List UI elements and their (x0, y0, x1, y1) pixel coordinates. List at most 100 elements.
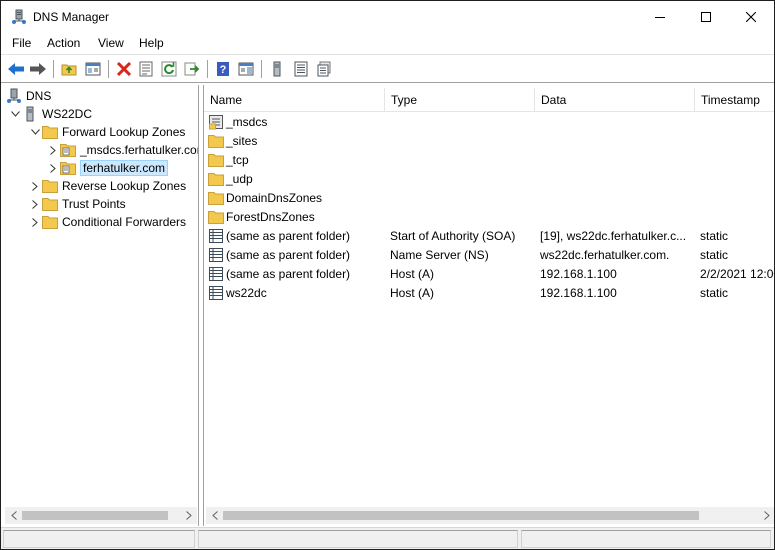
item-name: (same as parent folder) (226, 247, 351, 262)
chevron-right-icon[interactable] (28, 213, 42, 231)
list-horizontal-scrollbar[interactable] (206, 507, 774, 524)
list-item[interactable]: DomainDnsZones (204, 188, 774, 207)
list-item[interactable]: _udp (204, 169, 774, 188)
back-button[interactable] (6, 59, 26, 79)
item-type (390, 169, 535, 188)
up-one-level-button[interactable] (59, 59, 79, 79)
chevron-right-icon[interactable] (28, 195, 42, 213)
item-timestamp (700, 169, 774, 188)
item-timestamp (700, 112, 774, 131)
item-data (540, 169, 695, 188)
menu-bar: File Action View Help (1, 32, 774, 54)
list-item[interactable]: ForestDnsZones (204, 207, 774, 226)
list-item[interactable]: _msdcs (204, 112, 774, 131)
chevron-right-icon[interactable] (46, 141, 60, 159)
scrollbar-thumb[interactable] (22, 511, 168, 520)
item-name: _udp (226, 171, 253, 186)
maximize-button[interactable] (683, 1, 729, 32)
item-name: DomainDnsZones (226, 190, 323, 205)
server-button[interactable] (267, 59, 287, 79)
server-icon (273, 61, 281, 77)
tree-node-reverse-lookup-zones[interactable]: Reverse Lookup Zones (28, 177, 186, 195)
tree-node-forward-lookup-zones[interactable]: Forward Lookup Zones (28, 123, 185, 141)
title-bar[interactable]: DNS Manager (1, 1, 774, 32)
menu-help[interactable]: Help (139, 36, 164, 50)
column-header-name[interactable]: Name (204, 88, 385, 112)
tree-label: Reverse Lookup Zones (62, 179, 187, 193)
item-type (390, 207, 535, 226)
show-hide-console-tree-button[interactable] (83, 59, 103, 79)
tree-node-trust-points[interactable]: Trust Points (28, 195, 126, 213)
show-action-pane-button[interactable] (236, 59, 256, 79)
status-segment (521, 530, 771, 548)
folder-icon (208, 133, 224, 149)
list-item[interactable]: _sites (204, 131, 774, 150)
action-pane-icon (238, 62, 254, 76)
list-item[interactable]: (same as parent folder) Name Server (NS) w… (204, 245, 774, 264)
menu-action[interactable]: Action (47, 36, 80, 50)
dns-manager-window: DNS Manager File Action View Help ? DNS … (0, 0, 775, 550)
window-title: DNS Manager (33, 10, 110, 24)
status-bar (1, 527, 774, 549)
item-type: Host (A) (390, 266, 435, 281)
chevron-down-icon[interactable] (8, 105, 22, 123)
folder-icon (208, 152, 224, 168)
minimize-button[interactable] (637, 1, 683, 32)
dns-record-icon (208, 285, 224, 301)
item-timestamp (700, 150, 774, 169)
svg-text:?: ? (220, 64, 227, 76)
tree-horizontal-scrollbar[interactable] (5, 507, 197, 524)
tree-node-selected-zone[interactable]: ferhatulker.com (46, 159, 169, 177)
records-button[interactable] (291, 59, 311, 79)
scroll-left-icon[interactable] (206, 507, 223, 524)
folder-icon (208, 190, 224, 206)
item-name: ws22dc (226, 285, 267, 300)
chevron-right-icon[interactable] (46, 159, 60, 177)
tree-node-conditional-forwarders[interactable]: Conditional Forwarders (28, 213, 186, 231)
column-header-type[interactable]: Type (385, 88, 535, 112)
zone-folder-icon (60, 160, 76, 176)
refresh-button[interactable] (159, 59, 179, 79)
chevron-down-icon[interactable] (28, 123, 42, 141)
list-item[interactable]: ws22dc Host (A) 192.168.1.100 static (204, 283, 774, 302)
properties-button[interactable] (136, 59, 156, 79)
list-item[interactable]: _tcp (204, 150, 774, 169)
chevron-right-icon[interactable] (28, 177, 42, 195)
item-timestamp (700, 207, 774, 226)
properties-icon (139, 61, 153, 77)
menu-file[interactable]: File (12, 36, 31, 50)
scroll-left-icon[interactable] (5, 507, 22, 524)
item-timestamp: 2/2/2021 12:00 (700, 266, 774, 281)
delete-button[interactable] (114, 59, 134, 79)
tree-label: DNS (26, 89, 52, 103)
column-header-timestamp[interactable]: Timestamp (695, 88, 774, 112)
close-button[interactable] (728, 1, 774, 32)
copy-record-icon (317, 61, 331, 77)
list-item[interactable]: (same as parent folder) Host (A) 192.168.1… (204, 264, 774, 283)
item-data (540, 150, 695, 169)
dns-record-icon (208, 247, 224, 263)
folder-icon (42, 124, 58, 140)
console-tree[interactable]: DNS WS22DC Forward Lookup Zones _msdcs.f… (2, 85, 199, 526)
menu-view[interactable]: View (98, 36, 124, 50)
tree-node-dns[interactable]: DNS (6, 87, 51, 105)
scrollbar-thumb[interactable] (223, 511, 699, 520)
copy-records-button[interactable] (314, 59, 334, 79)
export-list-button[interactable] (182, 59, 202, 79)
tree-node-server[interactable]: WS22DC (8, 105, 92, 123)
results-list[interactable]: Name Type Data Timestamp _msdcs _sites _tc… (203, 85, 774, 526)
help-button[interactable]: ? (213, 59, 233, 79)
forward-button[interactable] (28, 59, 48, 79)
scroll-right-icon[interactable] (758, 507, 774, 524)
scroll-right-icon[interactable] (180, 507, 197, 524)
folder-icon (42, 214, 58, 230)
folder-icon (208, 171, 224, 187)
tree-node-msdcs-zone[interactable]: _msdcs.ferhatulker.com (46, 141, 198, 159)
item-data: [19], ws22dc.ferhatulker.c... (540, 228, 687, 243)
dns-manager-icon (6, 88, 22, 104)
column-header-data[interactable]: Data (535, 88, 695, 112)
toolbar-separator (108, 60, 109, 78)
dns-record-icon (208, 266, 224, 282)
list-item[interactable]: (same as parent folder) Start of Authorit… (204, 226, 774, 245)
item-data (540, 112, 695, 131)
